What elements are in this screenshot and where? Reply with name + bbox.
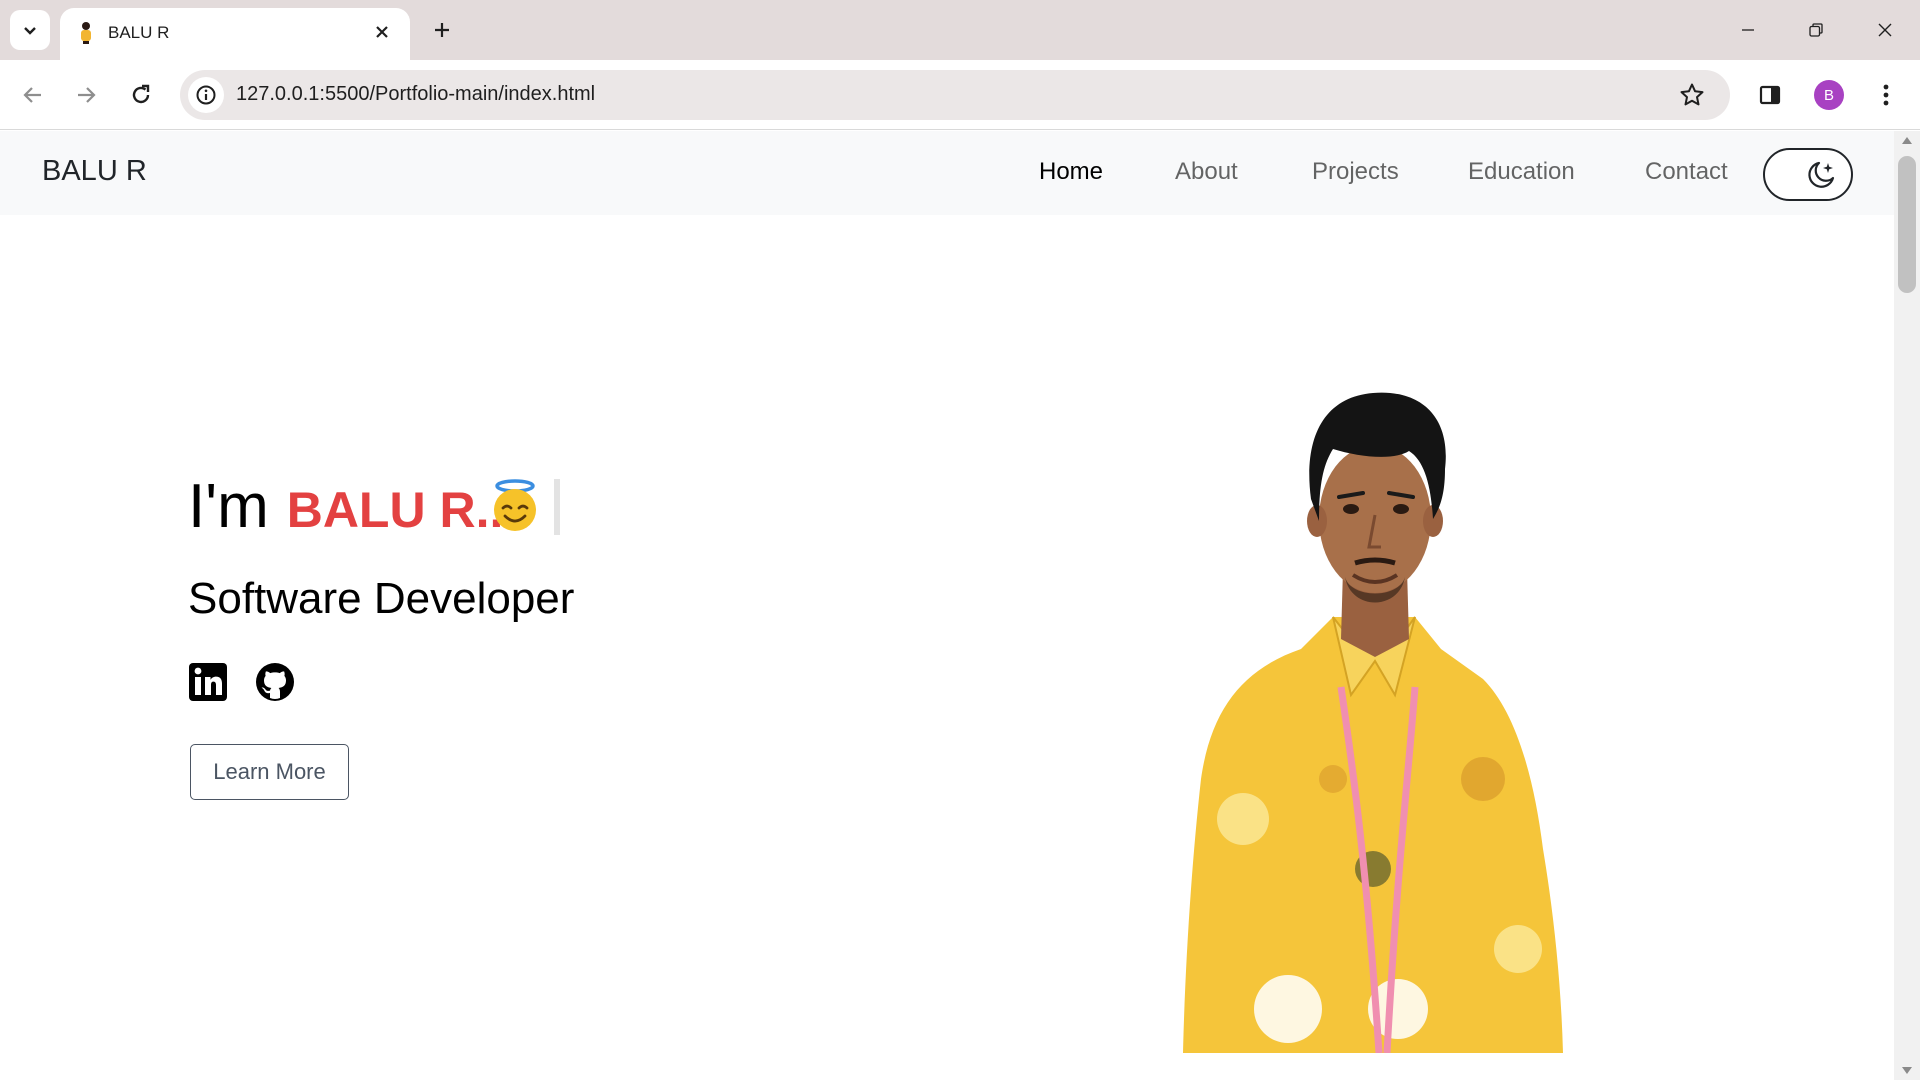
side-panel-icon bbox=[1759, 85, 1781, 105]
nav-link-education[interactable]: Education bbox=[1468, 158, 1575, 186]
new-tab-button[interactable] bbox=[424, 12, 460, 48]
bookmark-button[interactable] bbox=[1674, 77, 1710, 113]
site-brand[interactable]: BALU R bbox=[42, 155, 147, 188]
moon-stars-icon bbox=[1808, 161, 1835, 188]
linkedin-link[interactable] bbox=[187, 661, 229, 703]
nav-link-contact[interactable]: Contact bbox=[1645, 158, 1728, 186]
star-icon bbox=[1680, 83, 1704, 106]
window-close-icon bbox=[1878, 23, 1892, 37]
tab-list-icon bbox=[24, 27, 36, 35]
chrome-menu-button[interactable] bbox=[1866, 75, 1906, 115]
browser-toolbar: 127.0.0.1:5500/Portfolio-main/index.html… bbox=[0, 60, 1920, 130]
tab-search-button[interactable] bbox=[10, 10, 50, 50]
browser-tab[interactable]: BALU R bbox=[60, 8, 410, 60]
forward-button[interactable] bbox=[66, 75, 106, 115]
url-text[interactable]: 127.0.0.1:5500/Portfolio-main/index.html bbox=[236, 83, 595, 106]
side-panel-button[interactable] bbox=[1750, 75, 1790, 115]
scroll-down-arrow[interactable] bbox=[1902, 1067, 1912, 1074]
learn-more-button[interactable]: Learn More bbox=[190, 744, 349, 800]
close-icon bbox=[376, 26, 388, 38]
tab-title: BALU R bbox=[108, 23, 170, 42]
avatar: B bbox=[1814, 80, 1844, 110]
scroll-thumb[interactable] bbox=[1898, 156, 1916, 293]
restore-button[interactable] bbox=[1793, 10, 1839, 50]
more-vert-icon bbox=[1883, 84, 1889, 106]
hero-role: Software Developer bbox=[188, 574, 575, 623]
window-close-button[interactable] bbox=[1862, 10, 1908, 50]
nav-link-about[interactable]: About bbox=[1175, 158, 1238, 186]
page-scrollbar[interactable] bbox=[1894, 131, 1920, 1080]
info-icon bbox=[196, 85, 216, 105]
hero-name: BALU R.. bbox=[286, 482, 504, 538]
github-link[interactable] bbox=[254, 661, 296, 703]
nav-link-projects[interactable]: Projects bbox=[1312, 158, 1399, 186]
back-arrow-icon bbox=[23, 87, 41, 103]
reload-button[interactable] bbox=[121, 75, 161, 115]
profile-button[interactable]: B bbox=[1809, 75, 1849, 115]
theme-toggle-button[interactable] bbox=[1763, 148, 1853, 201]
forward-arrow-icon bbox=[78, 87, 96, 103]
reload-icon bbox=[132, 84, 150, 104]
plus-icon bbox=[435, 23, 449, 37]
profile-photo bbox=[1183, 392, 1563, 1053]
minimize-button[interactable] bbox=[1725, 10, 1771, 50]
browser-tab-strip: BALU R bbox=[0, 0, 1920, 60]
scroll-up-arrow[interactable] bbox=[1902, 137, 1912, 144]
person-favicon bbox=[81, 22, 91, 44]
tab-close-button[interactable] bbox=[368, 18, 396, 46]
minimize-icon bbox=[1742, 29, 1754, 31]
page-viewport: BALU R Home About Projects Education Con… bbox=[0, 131, 1894, 1080]
halo-emoji-icon bbox=[494, 479, 536, 531]
hero-greeting: I'm BALU R.. bbox=[188, 471, 560, 551]
address-bar[interactable]: 127.0.0.1:5500/Portfolio-main/index.html bbox=[180, 70, 1730, 120]
hero-greeting-text: I'm bbox=[188, 472, 269, 541]
linkedin-icon bbox=[189, 663, 227, 701]
site-info-button[interactable] bbox=[188, 77, 224, 113]
github-icon bbox=[256, 663, 294, 701]
typing-cursor bbox=[554, 479, 560, 535]
nav-link-home[interactable]: Home bbox=[1039, 158, 1103, 186]
site-navbar: BALU R Home About Projects Education Con… bbox=[0, 131, 1894, 215]
restore-icon bbox=[1809, 23, 1823, 37]
back-button[interactable] bbox=[13, 75, 53, 115]
